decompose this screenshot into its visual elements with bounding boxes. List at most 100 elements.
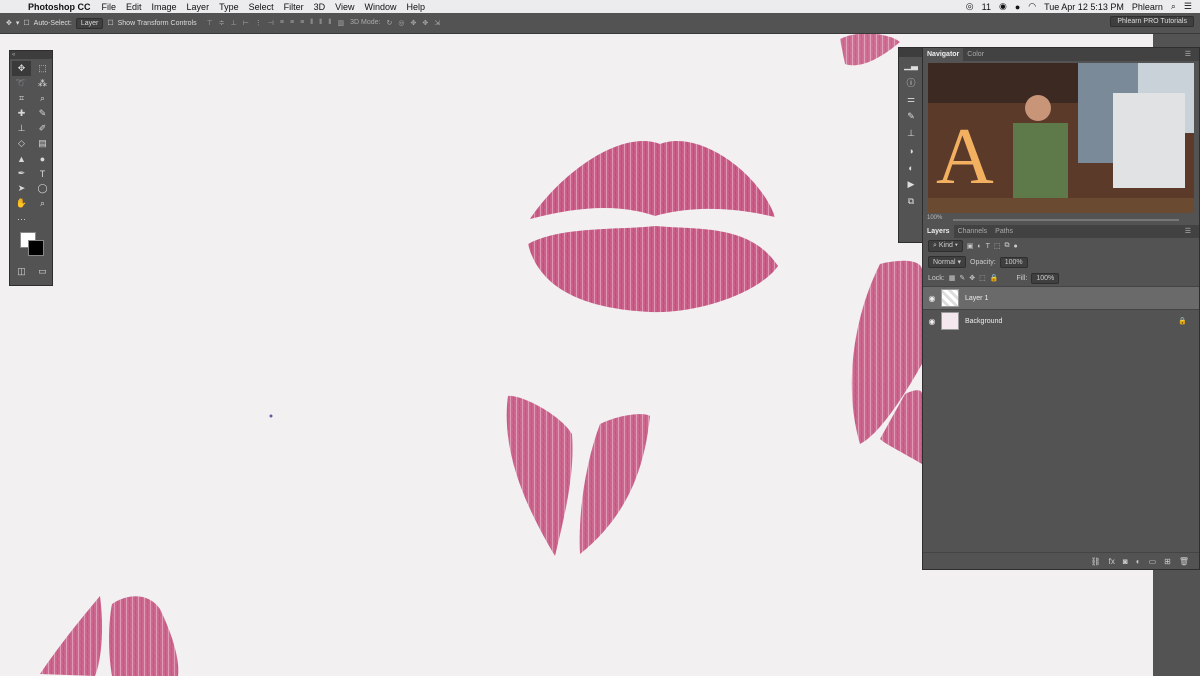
align-bottom-icon[interactable]: ⊥ bbox=[231, 19, 237, 27]
status-icon[interactable]: ● bbox=[1015, 2, 1020, 12]
panel-menu-icon[interactable]: ☰ bbox=[1181, 48, 1195, 61]
distribute-middle-icon[interactable]: ≡ bbox=[290, 19, 294, 27]
filter-smart-icon[interactable]: ⧉ bbox=[1005, 242, 1010, 250]
lock-pixels-icon[interactable]: ✎ bbox=[959, 274, 965, 282]
menu-help[interactable]: Help bbox=[406, 2, 425, 12]
filter-type-icon[interactable]: T bbox=[986, 243, 990, 250]
wifi-icon[interactable]: ◠ bbox=[1028, 1, 1036, 12]
user-name[interactable]: Phlearn bbox=[1132, 2, 1163, 12]
list-icon[interactable]: ☰ bbox=[1184, 1, 1192, 12]
libraries-icon[interactable]: ⧉ bbox=[899, 193, 923, 210]
lock-all-icon[interactable]: 🔒 bbox=[990, 274, 999, 282]
layer-name[interactable]: Background bbox=[965, 318, 1002, 325]
shape-tool-icon[interactable]: ◯ bbox=[33, 181, 52, 196]
gradient-tool-icon[interactable]: ▤ bbox=[33, 136, 52, 151]
align-top-icon[interactable]: ⊤ bbox=[207, 19, 213, 27]
lock-transparent-icon[interactable]: ▦ bbox=[949, 274, 956, 282]
distribute-left-icon[interactable]: ⦀ bbox=[310, 19, 313, 27]
visibility-eye-icon[interactable]: ◉ bbox=[923, 317, 941, 326]
quick-mask-icon[interactable]: ◫ bbox=[12, 264, 31, 279]
transform-checkbox[interactable]: ☐ bbox=[107, 19, 113, 27]
path-select-icon[interactable]: ➤ bbox=[12, 181, 31, 196]
eraser-icon[interactable]: ◇ bbox=[12, 136, 31, 151]
clone-source-icon[interactable]: ⊥ bbox=[899, 125, 923, 142]
menu-3d[interactable]: 3D bbox=[314, 2, 326, 12]
distribute-bottom-icon[interactable]: ≡ bbox=[300, 19, 304, 27]
3d-scale-icon[interactable]: ⇲ bbox=[434, 19, 440, 27]
align-middle-icon[interactable]: ≑ bbox=[219, 19, 225, 27]
link-layers-icon[interactable]: ⛓ bbox=[1091, 557, 1101, 566]
zoom-slider[interactable]: 100% bbox=[923, 215, 1199, 225]
actions-icon[interactable]: ▶ bbox=[899, 176, 923, 193]
filter-pixel-icon[interactable]: ▣ bbox=[967, 242, 974, 250]
move-tool-icon[interactable]: ✥ bbox=[12, 61, 31, 76]
menu-image[interactable]: Image bbox=[152, 2, 177, 12]
lock-position-icon[interactable]: ✥ bbox=[969, 274, 975, 282]
properties-icon[interactable]: ⚌ bbox=[899, 91, 923, 108]
more-tools-icon[interactable]: ··· bbox=[12, 211, 31, 226]
screen-mode-icon[interactable]: ▭ bbox=[33, 264, 52, 279]
magic-wand-icon[interactable]: ⁂ bbox=[33, 76, 52, 91]
datetime[interactable]: Tue Apr 12 5:13 PM bbox=[1044, 2, 1124, 12]
trash-icon[interactable]: 🗑 bbox=[1179, 557, 1189, 566]
filter-adjustment-icon[interactable]: ◐ bbox=[977, 243, 981, 250]
lock-artboard-icon[interactable]: ⬚ bbox=[979, 274, 986, 282]
marquee-tool-icon[interactable]: ⬚ bbox=[33, 61, 52, 76]
menu-edit[interactable]: Edit bbox=[126, 2, 142, 12]
cc-icon[interactable]: ◎ bbox=[966, 1, 974, 12]
layers-menu-icon[interactable]: ☰ bbox=[1181, 225, 1195, 238]
menu-view[interactable]: View bbox=[335, 2, 354, 12]
healing-brush-icon[interactable]: ✚ bbox=[12, 106, 31, 121]
adjustments-icon[interactable]: ◑ bbox=[899, 142, 923, 159]
tab-layers[interactable]: Layers bbox=[923, 225, 954, 238]
new-group-icon[interactable]: ▭ bbox=[1149, 557, 1157, 566]
info-icon[interactable]: ⓘ bbox=[899, 74, 923, 91]
menu-filter[interactable]: Filter bbox=[284, 2, 304, 12]
3d-pan-icon[interactable]: ✥ bbox=[410, 19, 416, 27]
hand-tool-icon[interactable]: ✋ bbox=[12, 196, 31, 211]
clone-stamp-icon[interactable]: ⊥ bbox=[12, 121, 31, 136]
type-tool-icon[interactable]: T bbox=[33, 166, 52, 181]
search-icon[interactable]: ⌕ bbox=[1171, 1, 1176, 12]
background-color[interactable] bbox=[28, 240, 44, 256]
menu-layer[interactable]: Layer bbox=[187, 2, 210, 12]
eyedropper-icon[interactable]: ⌕ bbox=[33, 91, 52, 106]
auto-select-checkbox[interactable]: ☐ bbox=[23, 19, 29, 27]
history-brush-icon[interactable]: ✐ bbox=[33, 121, 52, 136]
blur-tool-icon[interactable]: ▲ bbox=[12, 151, 31, 166]
layer-row-background[interactable]: ◉ Background 🔒 bbox=[923, 309, 1199, 332]
blend-mode-dropdown[interactable]: Normal ▾ bbox=[928, 256, 967, 268]
auto-select-dropdown[interactable]: Layer bbox=[75, 17, 104, 29]
distribute-top-icon[interactable]: ≡ bbox=[280, 19, 284, 27]
tab-channels[interactable]: Channels bbox=[954, 225, 992, 238]
histogram-icon[interactable]: ▁▃ bbox=[899, 57, 923, 74]
zoom-tool-icon[interactable]: ⌕ bbox=[33, 196, 52, 211]
3d-roll-icon[interactable]: ◎ bbox=[398, 19, 404, 27]
collapse-icon[interactable]: « bbox=[10, 51, 52, 59]
pen-tool-icon[interactable]: ✒ bbox=[12, 166, 31, 181]
filter-shape-icon[interactable]: ⬚ bbox=[994, 242, 1001, 250]
auto-align-icon[interactable]: ▥ bbox=[337, 19, 344, 27]
fx-icon[interactable]: fx bbox=[1109, 557, 1115, 566]
layer-row-layer-1[interactable]: ◉ Layer 1 bbox=[923, 286, 1199, 309]
adjustment-layer-icon[interactable]: ◐ bbox=[1136, 557, 1141, 566]
align-center-icon[interactable]: ⋮ bbox=[255, 19, 262, 27]
close-icon[interactable] bbox=[899, 48, 923, 57]
crop-tool-icon[interactable]: ⌗ bbox=[12, 91, 31, 106]
menu-file[interactable]: File bbox=[102, 2, 117, 12]
brush-presets-icon[interactable]: ✎ bbox=[899, 108, 923, 125]
add-mask-icon[interactable]: ◙ bbox=[1123, 557, 1128, 566]
3d-slide-icon[interactable]: ✥ bbox=[422, 19, 428, 27]
visibility-eye-icon[interactable]: ◉ bbox=[923, 294, 941, 303]
distribute-center-icon[interactable]: ⦀ bbox=[319, 19, 322, 27]
menu-type[interactable]: Type bbox=[219, 2, 239, 12]
workspace-dropdown[interactable]: Phlearn PRO Tutorials bbox=[1110, 16, 1194, 27]
new-layer-icon[interactable]: ⊞ bbox=[1164, 557, 1171, 566]
tab-navigator[interactable]: Navigator bbox=[923, 48, 964, 61]
align-right-icon[interactable]: ⊣ bbox=[268, 19, 274, 27]
menu-window[interactable]: Window bbox=[364, 2, 396, 12]
tab-color[interactable]: Color bbox=[963, 48, 988, 61]
app-menu[interactable]: Photoshop CC bbox=[28, 2, 91, 12]
opacity-field[interactable]: 100% bbox=[999, 256, 1028, 268]
layers-empty-area[interactable] bbox=[923, 332, 1199, 552]
